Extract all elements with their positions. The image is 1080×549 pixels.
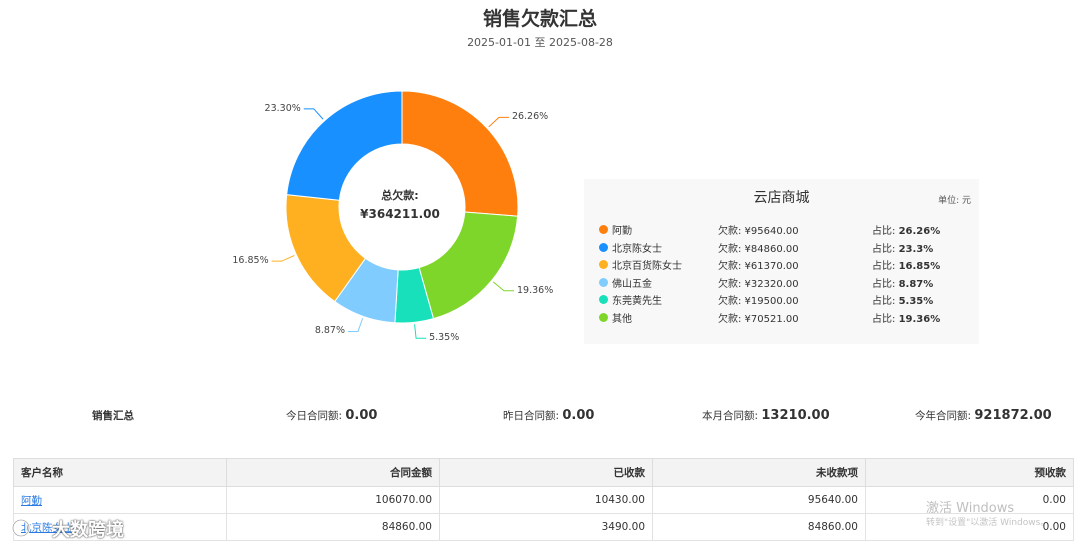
- legend-name: 北京陈女士: [612, 243, 662, 255]
- col-contract-amount[interactable]: 合同金额: [226, 458, 440, 487]
- legend-item[interactable]: 佛山五金 欠款: ¥32320.00 占比: 8.87%: [584, 274, 979, 291]
- legend-name: 北京百货陈女士: [612, 261, 682, 272]
- customer-name-cell[interactable]: 阿勤: [13, 486, 227, 514]
- outstanding-cell: 84860.00: [652, 513, 866, 541]
- windows-activation-watermark: 激活 Windows: [926, 501, 1015, 516]
- legend-unit: 单位: 元: [938, 196, 971, 206]
- contract-amount-cell: 84860.00: [226, 513, 440, 541]
- legend-item[interactable]: 北京百货陈女士 欠款: ¥61370.00 占比: 16.85%: [584, 256, 979, 273]
- donut-leader-line: [303, 108, 324, 120]
- summary-month-value: 13210.00: [761, 408, 830, 423]
- windows-activation-hint: 转到"设置"以激活 Windows。: [926, 518, 1050, 528]
- summary-today-value: 0.00: [345, 408, 378, 423]
- legend-item[interactable]: 阿勤 欠款: ¥95640.00 占比: 26.26%: [584, 221, 979, 238]
- legend-title: 云店商城: [753, 190, 810, 206]
- legend-percent: 占比: 23.3%: [872, 243, 934, 255]
- customer-debt-table: 客户名称 合同金额 已收款 未收款项 预收款 阿勤 106070.00 1043…: [13, 458, 1074, 541]
- legend-item[interactable]: 东莞黄先生 欠款: ¥19500.00 占比: 5.35%: [584, 291, 979, 308]
- legend-item[interactable]: 北京陈女士 欠款: ¥84860.00 占比: 23.3%: [584, 239, 979, 256]
- outstanding-cell: 95640.00: [652, 486, 866, 514]
- donut-leader-line: [488, 116, 509, 128]
- donut-leader-line: [492, 281, 515, 292]
- donut-slice-label: 5.35%: [429, 332, 460, 344]
- legend-name: 东莞黄先生: [612, 296, 662, 307]
- legend-item[interactable]: 其他 欠款: ¥70521.00 占比: 19.36%: [584, 309, 979, 326]
- summary-today: 今日合同额: 0.00: [286, 408, 378, 423]
- legend-debt: 欠款: ¥95640.00: [718, 226, 799, 237]
- legend-panel: 云店商城 单位: 元 阿勤 欠款: ¥95640.00 占比: 26.26% 北京陈女…: [584, 179, 979, 344]
- summary-year-value: 921872.00: [974, 408, 1052, 423]
- legend-debt: 欠款: ¥19500.00: [718, 296, 799, 307]
- legend-swatch: [599, 242, 608, 252]
- legend-swatch: [599, 295, 608, 304]
- customer-link[interactable]: 阿勤: [21, 495, 42, 507]
- contract-amount-cell: 106070.00: [226, 486, 440, 514]
- donut-slice-label: 26.26%: [511, 111, 549, 123]
- col-customer-name[interactable]: 客户名称: [13, 458, 227, 487]
- summary-title: 销售汇总: [92, 410, 134, 422]
- legend-percent: 占比: 16.85%: [872, 261, 941, 272]
- legend-swatch: [599, 260, 608, 269]
- summary-yesterday: 昨日合同额: 0.00: [503, 408, 595, 423]
- table-row: 阿勤 106070.00 10430.00 95640.00 0.00: [13, 486, 1074, 514]
- logo-watermark-text: 大数跨境: [52, 520, 124, 541]
- col-prepaid[interactable]: 预收款: [865, 458, 1074, 487]
- logo-watermark-icon: [11, 518, 31, 538]
- received-cell: 10430.00: [439, 486, 653, 514]
- legend-debt: 欠款: ¥61370.00: [718, 261, 799, 272]
- summary-year: 今年合同额: 921872.00: [915, 408, 1052, 423]
- legend-percent: 占比: 26.26%: [872, 226, 941, 237]
- legend-debt: 欠款: ¥84860.00: [718, 243, 799, 255]
- center-total-value: ¥364211.00: [360, 207, 440, 221]
- donut-slice-label: 16.85%: [232, 255, 269, 267]
- legend-name: 佛山五金: [612, 278, 652, 290]
- legend-debt: 欠款: ¥32320.00: [718, 278, 799, 290]
- legend-name: 阿勤: [612, 226, 632, 237]
- donut-slice-label: 19.36%: [517, 284, 554, 296]
- legend-swatch: [599, 225, 608, 234]
- table-row: 北京陈女士 84860.00 3490.00 84860.00 0.00: [13, 513, 1074, 541]
- donut-slice-label: 23.30%: [264, 102, 301, 114]
- col-received[interactable]: 已收款: [439, 458, 653, 487]
- legend-swatch: [599, 312, 608, 322]
- legend-percent: 占比: 19.36%: [872, 313, 941, 325]
- summary-yesterday-value: 0.00: [562, 408, 595, 423]
- center-total-label: 总欠款:: [381, 189, 419, 202]
- legend-swatch: [599, 277, 608, 287]
- summary-month: 本月合同额: 13210.00: [702, 408, 830, 423]
- donut-slice-label: 8.87%: [314, 325, 345, 337]
- received-cell: 3490.00: [439, 513, 653, 541]
- donut-leader-line: [347, 318, 364, 332]
- legend-name: 其他: [612, 313, 632, 325]
- donut-leader-line: [271, 254, 295, 262]
- col-outstanding[interactable]: 未收款项: [652, 458, 866, 487]
- legend-percent: 占比: 5.35%: [872, 296, 934, 307]
- legend-debt: 欠款: ¥70521.00: [718, 313, 799, 325]
- donut-leader-line: [414, 324, 427, 339]
- table-header-row: 客户名称 合同金额 已收款 未收款项 预收款: [13, 458, 1074, 487]
- legend-percent: 占比: 8.87%: [872, 278, 934, 290]
